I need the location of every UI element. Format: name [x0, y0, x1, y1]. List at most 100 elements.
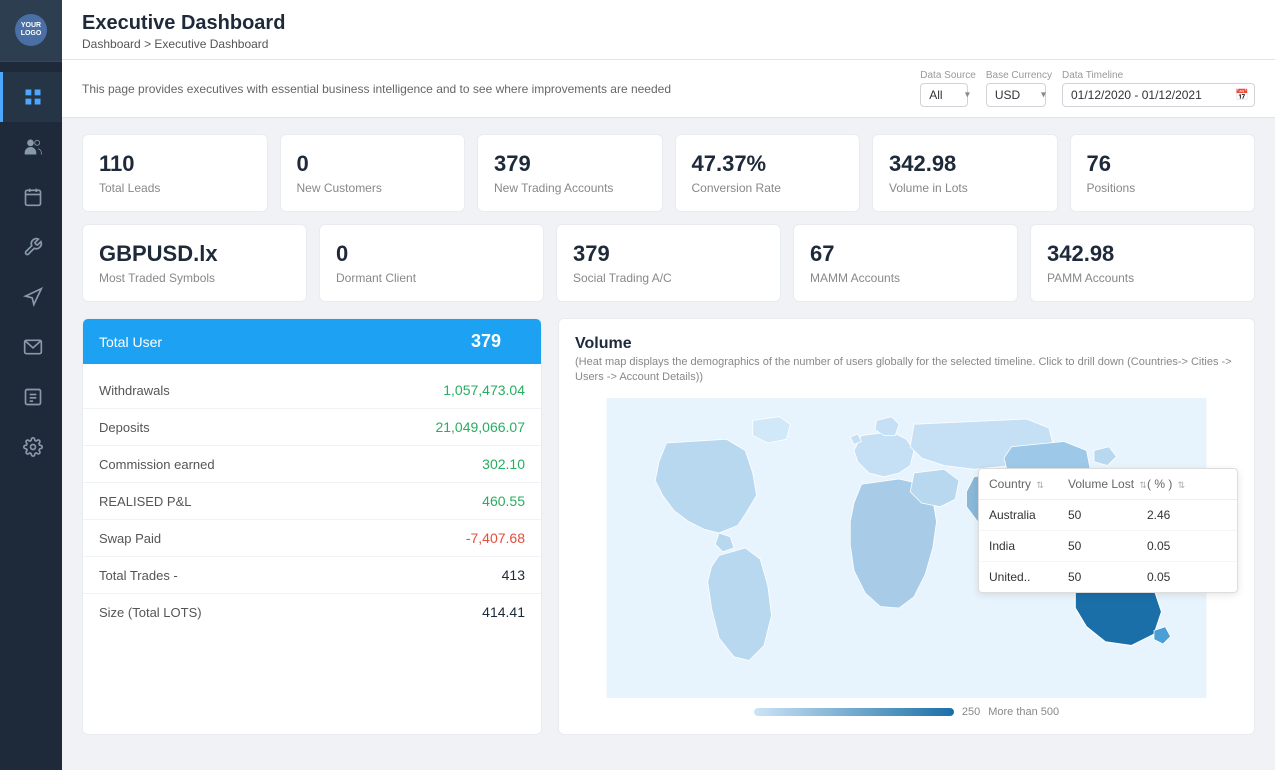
volume-title: Volume	[575, 335, 1238, 353]
toolbar-filters: Data Source All Base Currency USD Data T…	[920, 70, 1255, 107]
base-currency-filter: Base Currency USD	[986, 70, 1052, 107]
stat-new-trading-accounts-label: New Trading Accounts	[494, 181, 646, 195]
data-source-select-wrap: All	[920, 83, 976, 107]
sidebar-item-mail[interactable]	[0, 322, 62, 372]
metric-commission-value: 302.10	[482, 456, 525, 472]
breadcrumb-home[interactable]: Dashboard	[82, 37, 141, 51]
base-currency-select-wrap: USD	[986, 83, 1052, 107]
stat-dormant-client-value: 0	[336, 241, 527, 267]
mail-icon	[23, 337, 43, 357]
sidebar-item-report[interactable]	[0, 372, 62, 422]
metric-deposits-name: Deposits	[99, 420, 150, 435]
legend-label-500: More than 500	[988, 706, 1059, 718]
stat-conversion-rate-value: 47.37%	[692, 151, 844, 177]
logo[interactable]: YOURLOGO	[0, 0, 62, 62]
stat-new-customers-label: New Customers	[297, 181, 449, 195]
metric-total-trades-name: Total Trades -	[99, 568, 178, 583]
total-user-bar: Total User 379	[83, 319, 541, 364]
stat-new-customers-value: 0	[297, 151, 449, 177]
stat-dormant-client-label: Dormant Client	[336, 271, 527, 285]
bottom-section: Total User 379 Withdrawals 1,057,473.04 …	[82, 318, 1255, 735]
metric-deposits-value: 21,049,066.07	[435, 419, 525, 435]
metric-size-lots-value: 414.41	[482, 604, 525, 620]
stat-new-trading-accounts: 379 New Trading Accounts	[477, 134, 663, 212]
data-source-select[interactable]: All	[920, 83, 968, 107]
sidebar: YOURLOGO	[0, 0, 62, 770]
stat-mamm-label: MAMM Accounts	[810, 271, 1001, 285]
volume-panel: Volume (Heat map displays the demographi…	[558, 318, 1255, 735]
page-header: Executive Dashboard Dashboard > Executiv…	[62, 0, 1275, 60]
metric-swap-paid-name: Swap Paid	[99, 531, 161, 546]
users-icon	[23, 137, 43, 157]
volume-table: Country ⇅ Volume Lost ⇅ ( % ) ⇅ Australi…	[978, 468, 1238, 593]
stat-most-traded-value: GBPUSD.lx	[99, 241, 290, 267]
table-row-australia[interactable]: Australia 50 2.46	[979, 500, 1237, 531]
col-percent[interactable]: ( % ) ⇅	[1147, 477, 1227, 491]
metric-deposits: Deposits 21,049,066.07	[83, 409, 541, 446]
tools-icon	[23, 237, 43, 257]
report-icon	[23, 387, 43, 407]
col-volume-lost[interactable]: Volume Lost ⇅	[1068, 477, 1147, 491]
data-source-filter: Data Source All	[920, 70, 976, 107]
toolbar-description: This page provides executives with essen…	[82, 82, 920, 96]
stat-volume-lots-value: 342.98	[889, 151, 1041, 177]
date-range-wrap	[1062, 83, 1255, 107]
stat-dormant-client: 0 Dormant Client	[319, 224, 544, 302]
metric-withdrawals: Withdrawals 1,057,473.04	[83, 372, 541, 409]
country-india: India	[989, 539, 1068, 553]
stat-total-leads: 110 Total Leads	[82, 134, 268, 212]
volume-united: 50	[1068, 570, 1147, 584]
base-currency-select[interactable]: USD	[986, 83, 1046, 107]
map-legend: 250 More than 500	[575, 706, 1238, 718]
breadcrumb: Dashboard > Executive Dashboard	[82, 37, 1255, 51]
metrics-list: Withdrawals 1,057,473.04 Deposits 21,049…	[83, 364, 541, 638]
stat-pamm-label: PAMM Accounts	[1047, 271, 1238, 285]
volume-table-header: Country ⇅ Volume Lost ⇅ ( % ) ⇅	[979, 469, 1237, 500]
logo-text: YOURLOGO	[21, 22, 42, 37]
col-country[interactable]: Country ⇅	[989, 477, 1068, 491]
metric-realised-pnl-value: 460.55	[482, 493, 525, 509]
grid-icon	[23, 87, 43, 107]
sidebar-nav	[0, 72, 62, 472]
country-united: United..	[989, 570, 1068, 584]
stat-total-leads-label: Total Leads	[99, 181, 251, 195]
stat-most-traded-label: Most Traded Symbols	[99, 271, 290, 285]
sidebar-item-dashboard[interactable]	[0, 72, 62, 122]
table-row-india[interactable]: India 50 0.05	[979, 531, 1237, 562]
sidebar-item-calendar[interactable]	[0, 172, 62, 222]
main-content: Executive Dashboard Dashboard > Executiv…	[62, 0, 1275, 770]
sidebar-item-settings[interactable]	[0, 422, 62, 472]
total-user-label: Total User	[99, 334, 162, 350]
stat-pamm-value: 342.98	[1047, 241, 1238, 267]
metric-realised-pnl: REALISED P&L 460.55	[83, 483, 541, 520]
stat-positions-label: Positions	[1087, 181, 1239, 195]
stat-pamm: 342.98 PAMM Accounts	[1030, 224, 1255, 302]
metric-swap-paid: Swap Paid -7,407.68	[83, 520, 541, 557]
stat-social-trading-label: Social Trading A/C	[573, 271, 764, 285]
dashboard-content: 110 Total Leads 0 New Customers 379 New …	[62, 118, 1275, 770]
stat-social-trading-value: 379	[573, 241, 764, 267]
stat-volume-lots-label: Volume in Lots	[889, 181, 1041, 195]
data-source-label: Data Source	[920, 70, 976, 81]
sidebar-item-tools[interactable]	[0, 222, 62, 272]
world-map-container[interactable]: Country ⇅ Volume Lost ⇅ ( % ) ⇅ Australi…	[575, 398, 1238, 698]
percent-united: 0.05	[1147, 570, 1227, 584]
date-range-input[interactable]	[1062, 83, 1255, 107]
percent-india: 0.05	[1147, 539, 1227, 553]
breadcrumb-sep: >	[144, 37, 154, 51]
metric-total-trades: Total Trades - 413	[83, 557, 541, 594]
legend-bar	[754, 708, 954, 716]
total-user-value: 379	[471, 331, 501, 352]
metric-size-lots-name: Size (Total LOTS)	[99, 605, 202, 620]
left-panel: Total User 379 Withdrawals 1,057,473.04 …	[82, 318, 542, 735]
volume-australia: 50	[1068, 508, 1147, 522]
table-row-united[interactable]: United.. 50 0.05	[979, 562, 1237, 592]
sidebar-item-marketing[interactable]	[0, 272, 62, 322]
sidebar-item-users[interactable]	[0, 122, 62, 172]
metric-swap-paid-value: -7,407.68	[466, 530, 525, 546]
toolbar: This page provides executives with essen…	[62, 60, 1275, 118]
calendar-icon	[23, 187, 43, 207]
page-title: Executive Dashboard	[82, 12, 1255, 35]
metric-commission: Commission earned 302.10	[83, 446, 541, 483]
date-timeline-label: Data Timeline	[1062, 70, 1255, 81]
